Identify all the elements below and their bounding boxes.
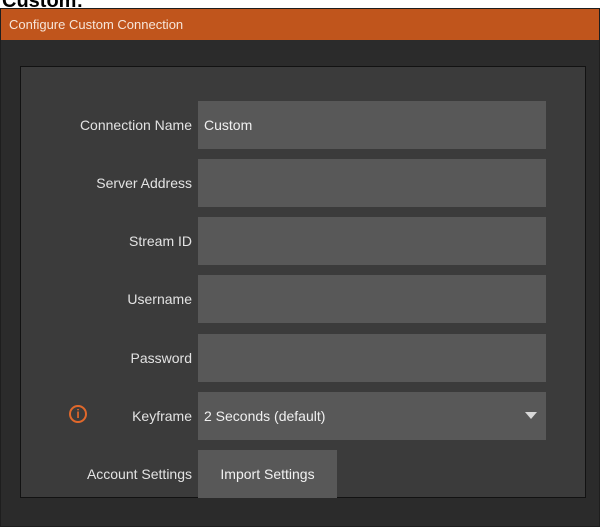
dialog-title: Configure Custom Connection <box>1 9 599 40</box>
connection-form-panel: Connection Name Server Address Stream ID… <box>20 66 586 498</box>
server-address-row: Server Address <box>21 159 585 207</box>
stream-id-input[interactable] <box>198 217 546 265</box>
info-icon[interactable]: i <box>69 405 87 423</box>
account-settings-label: Account Settings <box>86 466 192 482</box>
password-row: Password <box>21 334 585 382</box>
username-input[interactable] <box>198 275 546 323</box>
connection-name-input[interactable] <box>198 101 546 149</box>
keyframe-selected-value: 2 Seconds (default) <box>204 408 326 424</box>
keyframe-dropdown[interactable]: 2 Seconds (default) <box>198 392 546 440</box>
chevron-down-icon <box>525 412 537 419</box>
server-address-input[interactable] <box>198 159 546 207</box>
password-label: Password <box>130 350 192 366</box>
connection-name-row: Connection Name <box>21 101 585 149</box>
connection-name-label: Connection Name <box>79 117 192 133</box>
import-settings-button[interactable]: Import Settings <box>198 450 337 498</box>
keyframe-row: i Keyframe 2 Seconds (default) <box>21 392 585 440</box>
stream-id-row: Stream ID <box>21 217 585 265</box>
server-address-label: Server Address <box>96 175 192 191</box>
stream-id-label: Stream ID <box>128 233 192 249</box>
username-row: Username <box>21 275 585 323</box>
account-settings-row: Account Settings Import Settings <box>21 450 585 498</box>
keyframe-label: Keyframe <box>132 408 192 424</box>
password-input[interactable] <box>198 334 546 382</box>
configure-custom-connection-dialog: Configure Custom Connection Connection N… <box>0 8 600 527</box>
username-label: Username <box>127 291 192 307</box>
